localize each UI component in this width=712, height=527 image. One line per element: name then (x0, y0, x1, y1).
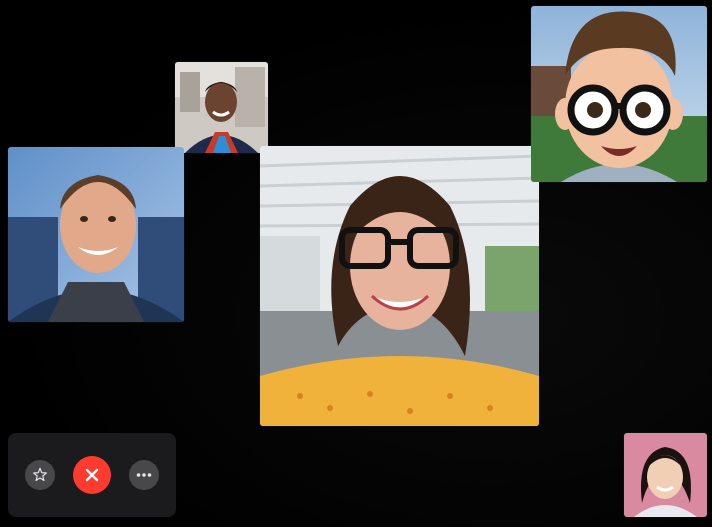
participant-tile-memoji[interactable] (531, 6, 707, 182)
self-view-tile[interactable] (624, 433, 707, 517)
facetime-call-stage (0, 0, 712, 527)
close-x-icon (84, 467, 100, 483)
participant-video (260, 146, 539, 426)
end-call-button[interactable] (73, 456, 111, 494)
call-controls-bar (8, 433, 176, 517)
participant-tile-left[interactable] (8, 147, 184, 322)
more-button[interactable] (129, 460, 159, 490)
more-ellipsis-icon (136, 472, 152, 478)
participant-video (8, 147, 184, 322)
participant-tile-center[interactable] (260, 146, 539, 426)
memoji-avatar (531, 6, 707, 182)
participant-video (175, 62, 268, 153)
participant-tile-top[interactable] (175, 62, 268, 153)
effects-star-icon (32, 467, 48, 483)
self-view-video (624, 433, 707, 517)
effects-button[interactable] (25, 460, 55, 490)
